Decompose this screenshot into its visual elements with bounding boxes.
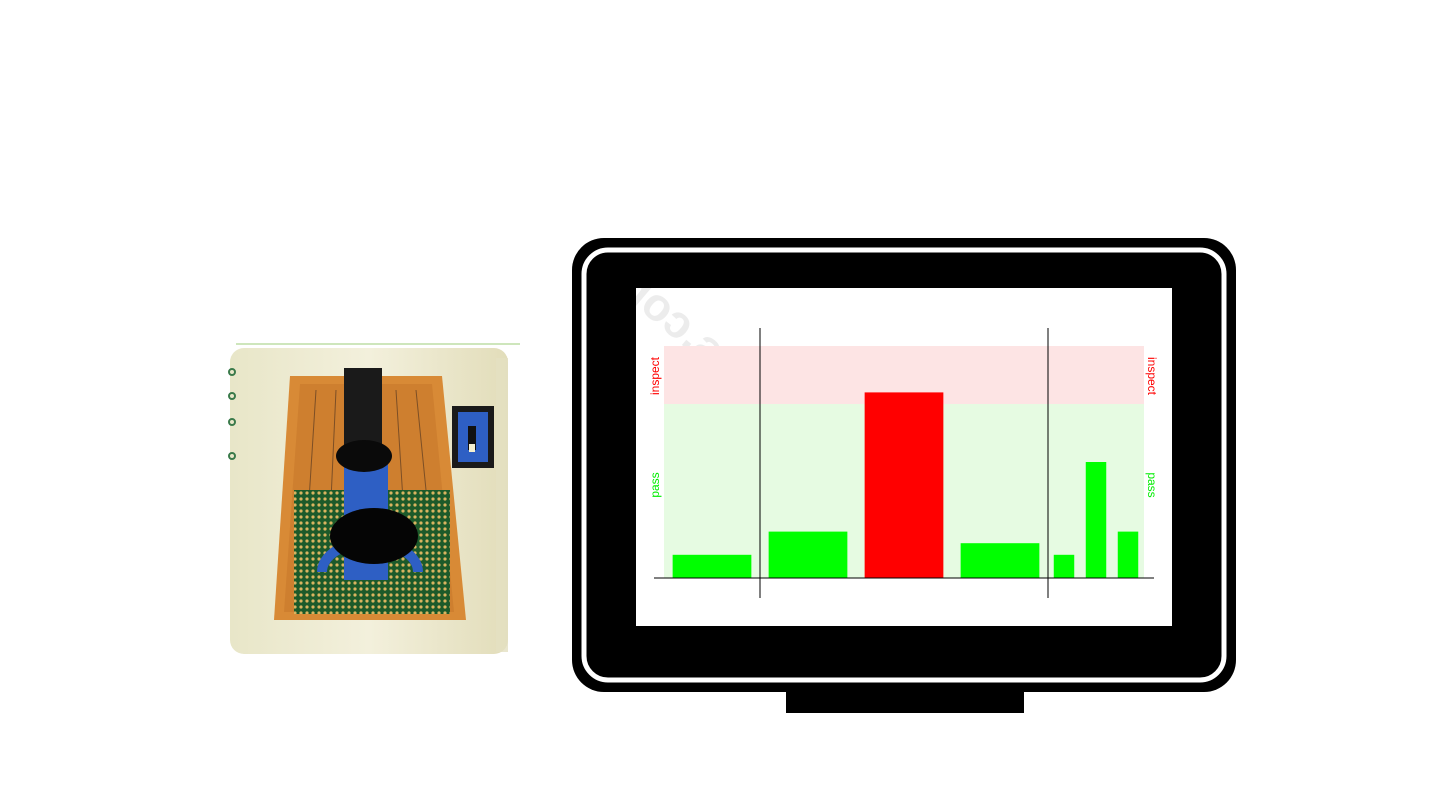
bar-1-1 (864, 392, 944, 578)
bar-2-2 (1117, 531, 1139, 578)
bar-1-0 (768, 531, 848, 578)
bar-2-0 (1053, 554, 1075, 578)
inspect-label-right: inspect (1145, 356, 1159, 396)
monitor-display: VectorToons.com (572, 238, 1236, 713)
bar-2-1 (1085, 462, 1107, 578)
bar-0-0 (672, 554, 752, 578)
xray-baggage-scan (228, 343, 520, 654)
pass-label-left: pass (648, 472, 662, 498)
bar-1-2 (960, 543, 1040, 578)
pass-label-right: pass (1145, 472, 1159, 498)
dense-object (330, 508, 418, 564)
inspect-label-left: inspect (648, 356, 662, 396)
chart-area (654, 328, 1154, 598)
